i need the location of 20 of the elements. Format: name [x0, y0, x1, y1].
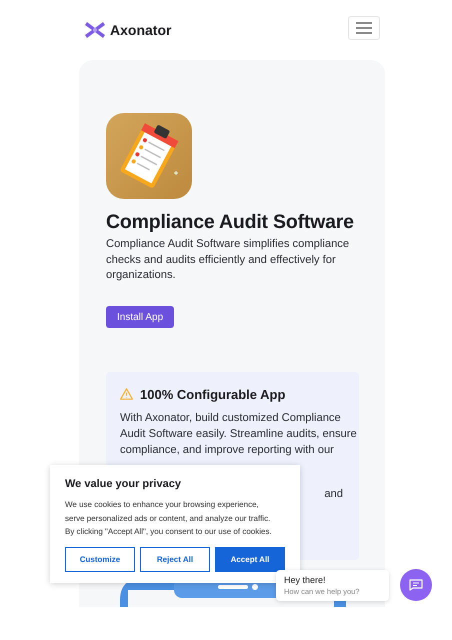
- feature-title: 100% Configurable App: [140, 386, 286, 402]
- page-title: Compliance Audit Software: [106, 210, 355, 234]
- chat-icon: [409, 579, 423, 591]
- menu-icon: [356, 22, 372, 34]
- app-description: Compliance Audit Software simplifies compliance checks and audits efficiently and effectively for organizations.: [106, 237, 350, 283]
- cookie-option-button[interactable]: Customize: [65, 546, 135, 572]
- warning-icon: [120, 388, 133, 400]
- cookie-message: We use cookies to enhance your browsing experience, serve personalized ads or content, and analyze our traffic. By clicking "Accept All", you consent to our use of cookies.: [65, 499, 273, 538]
- feature-description: With Axonator, build customized Compliance Audit Software easily. Streamline audits, ensure compliance, and improve reporting with our: [120, 410, 357, 458]
- cookie-option-button[interactable]: Reject All: [140, 546, 210, 572]
- menu-button[interactable]: [348, 16, 380, 40]
- feature-description-tail: and: [324, 486, 343, 502]
- brand-name: Axonator: [110, 22, 172, 38]
- chat-greeting: Hey there!: [284, 574, 327, 584]
- chat-button[interactable]: [400, 569, 432, 601]
- install-app-button[interactable]: Install App: [106, 306, 174, 328]
- accept-button[interactable]: Accept All: [215, 546, 285, 572]
- app-icon: [106, 113, 192, 199]
- logo-icon: [85, 22, 105, 38]
- cookie-title: We value your privacy: [65, 478, 182, 490]
